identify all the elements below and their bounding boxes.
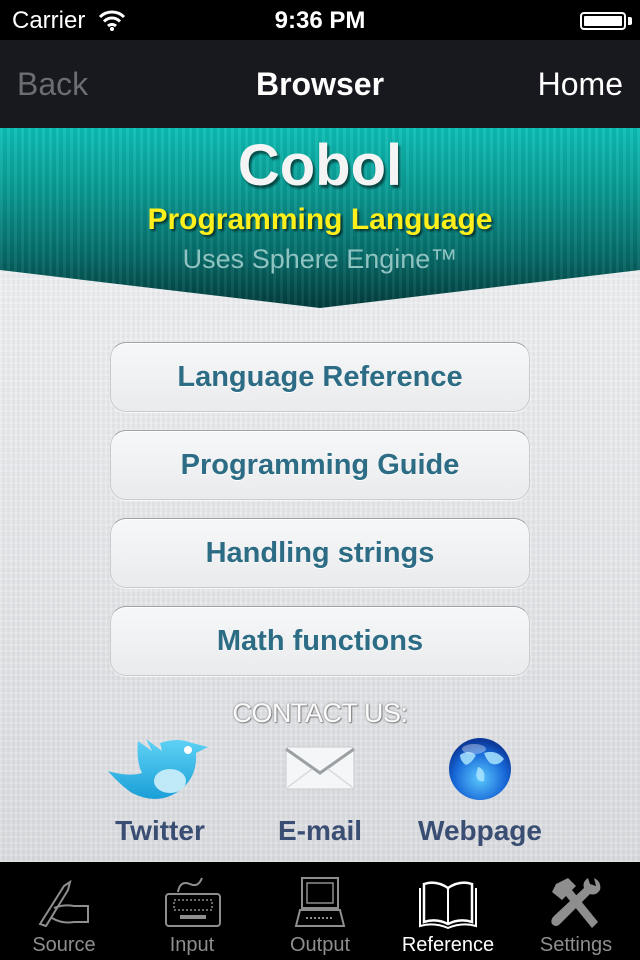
handling-strings-button[interactable]: Handling strings [110,518,530,588]
email-link[interactable]: E-mail [240,733,400,853]
math-functions-button[interactable]: Math functions [110,606,530,676]
tab-settings[interactable]: Settings [512,862,640,960]
webpage-label: Webpage [418,815,542,846]
webpage-link[interactable]: Webpage [400,733,560,853]
email-label: E-mail [277,815,363,846]
navigation-bar: Back Browser Home [0,40,640,128]
language-reference-button[interactable]: Language Reference [110,342,530,412]
tab-output[interactable]: Output [256,862,384,960]
keyboard-icon [165,877,221,927]
header-banner: Cobol Programming Language Uses Sphere E… [0,128,640,308]
twitter-link[interactable]: Twitter [80,733,240,853]
tab-output-label: Output [289,934,351,956]
tab-input[interactable]: Input [128,862,256,960]
battery-fill [584,16,622,26]
battery-icon [580,12,626,30]
banner-subtitle: Programming Language [147,203,493,236]
home-button[interactable]: Home [538,66,623,103]
tab-input-label: Input [169,934,215,956]
tab-settings-label: Settings [539,934,613,956]
tools-icon [551,878,601,928]
programming-guide-button[interactable]: Programming Guide [110,430,530,500]
twitter-label: Twitter [115,815,205,846]
twitter-bird-icon [108,739,208,799]
language-title: Cobol [237,133,403,198]
status-bar: Carrier 9:36 PM [0,0,640,40]
envelope-icon [285,746,355,790]
contact-heading: CONTACT US: [232,698,408,728]
battery-tip [628,17,632,25]
clock: 9:36 PM [274,7,366,34]
content-area: Cobol Programming Language Uses Sphere E… [0,128,640,862]
globe-icon [449,738,511,800]
engine-credit: Uses Sphere Engine™ [182,244,458,274]
back-button[interactable]: Back [17,66,88,103]
book-icon [419,881,477,930]
tab-reference-label: Reference [401,934,495,956]
tab-source[interactable]: Source [0,862,128,960]
tab-bar: Source Input Output Reference Settings [0,862,640,960]
tab-source-label: Source [32,934,96,956]
computer-icon [294,877,346,927]
pen-hand-icon [38,879,89,928]
tab-reference[interactable]: Reference [384,862,512,960]
